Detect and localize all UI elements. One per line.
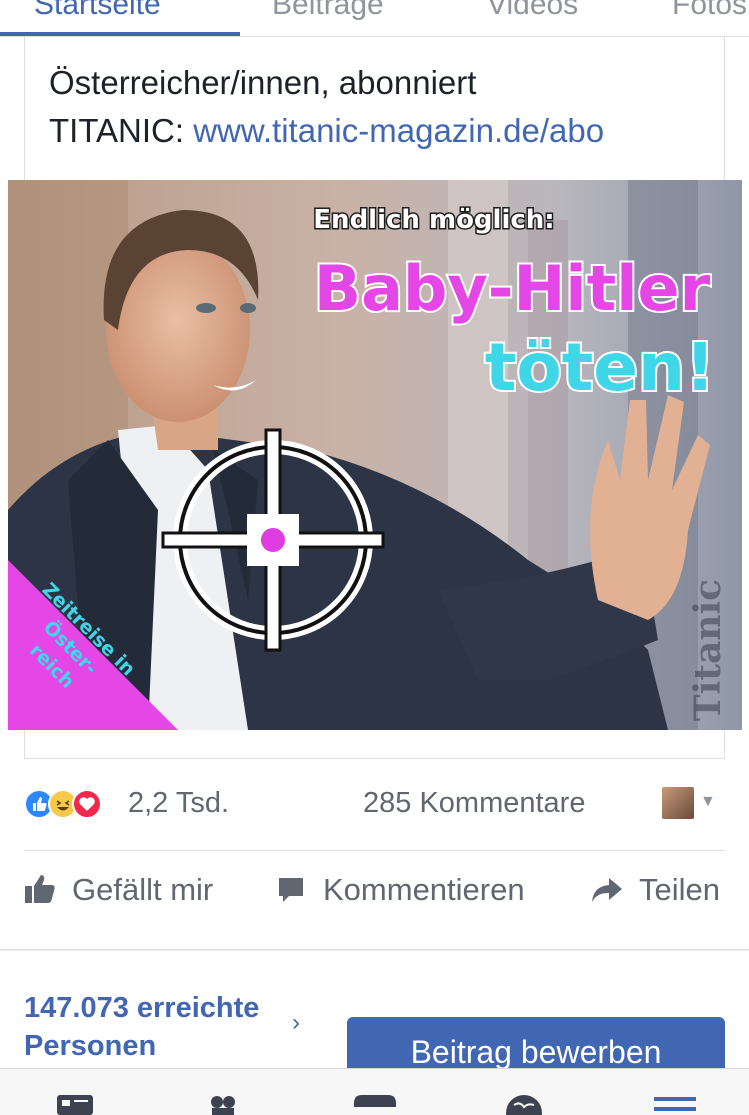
menu-icon[interactable]: [654, 1093, 696, 1115]
bottom-navigation: [0, 1068, 749, 1115]
page-tab-bar: Startseite Beiträge Videos Fotos: [0, 0, 749, 37]
marketplace-icon[interactable]: [352, 1093, 398, 1115]
divider: [0, 949, 749, 950]
post-text: Österreicher/innen, abonniert TITANIC: w…: [49, 59, 729, 155]
post-text-line1: Österreicher/innen, abonniert: [49, 64, 477, 101]
reactions-count: 2,2 Tsd.: [128, 787, 230, 819]
headline-small: Endlich möglich:: [313, 205, 554, 235]
divider: [24, 850, 725, 851]
share-button[interactable]: Teilen: [591, 872, 731, 916]
titanic-cover-image: Endlich möglich: Baby-Hitler töten! Zeit…: [8, 180, 742, 730]
share-arrow-icon: [592, 878, 622, 902]
tab-fotos[interactable]: Fotos: [672, 0, 747, 22]
tab-startseite[interactable]: Startseite: [34, 0, 161, 22]
globe-icon[interactable]: [504, 1093, 544, 1115]
share-label: Teilen: [639, 872, 720, 907]
post-card: Österreicher/innen, abonniert TITANIC: w…: [0, 37, 749, 950]
like-label: Gefällt mir: [72, 872, 214, 907]
comments-count[interactable]: 285 Kommentare: [363, 787, 585, 820]
tab-videos[interactable]: Videos: [487, 0, 578, 22]
post-reach-section: 147.073 erreichte Personen › Beitrag bew…: [0, 951, 749, 1087]
chevron-right-icon[interactable]: ›: [292, 1009, 300, 1037]
comment-label: Kommentieren: [323, 872, 525, 907]
news-feed-icon[interactable]: [56, 1093, 94, 1115]
post-text-line2: TITANIC: www.titanic-magazin.de/abo: [49, 107, 729, 155]
comment-button[interactable]: Kommentieren: [276, 872, 546, 916]
post-image[interactable]: Endlich möglich: Baby-Hitler töten! Zeit…: [8, 180, 742, 730]
friends-icon[interactable]: [206, 1093, 240, 1115]
tab-beitraege[interactable]: Beiträge: [272, 0, 384, 22]
thumbs-up-icon: [25, 875, 55, 903]
chevron-down-icon[interactable]: ▼: [700, 793, 716, 811]
reach-link[interactable]: 147.073 erreichte Personen: [24, 989, 294, 1065]
love-reaction-icon: [72, 789, 102, 819]
like-button[interactable]: Gefällt mir: [24, 872, 234, 916]
active-tab-indicator: [0, 32, 240, 36]
subscription-link[interactable]: www.titanic-magazin.de/abo: [193, 112, 604, 149]
reach-label: Personen: [24, 1030, 157, 1062]
comment-icon: [279, 878, 303, 902]
post-text-prefix: TITANIC:: [49, 112, 194, 149]
reach-count: 147.073 erreichte: [24, 992, 260, 1024]
titanic-watermark: Titanic: [687, 579, 729, 721]
avatar[interactable]: [662, 787, 694, 819]
headline-cyan: töten!: [485, 329, 715, 406]
headline-pink: Baby-Hitler: [314, 252, 711, 325]
